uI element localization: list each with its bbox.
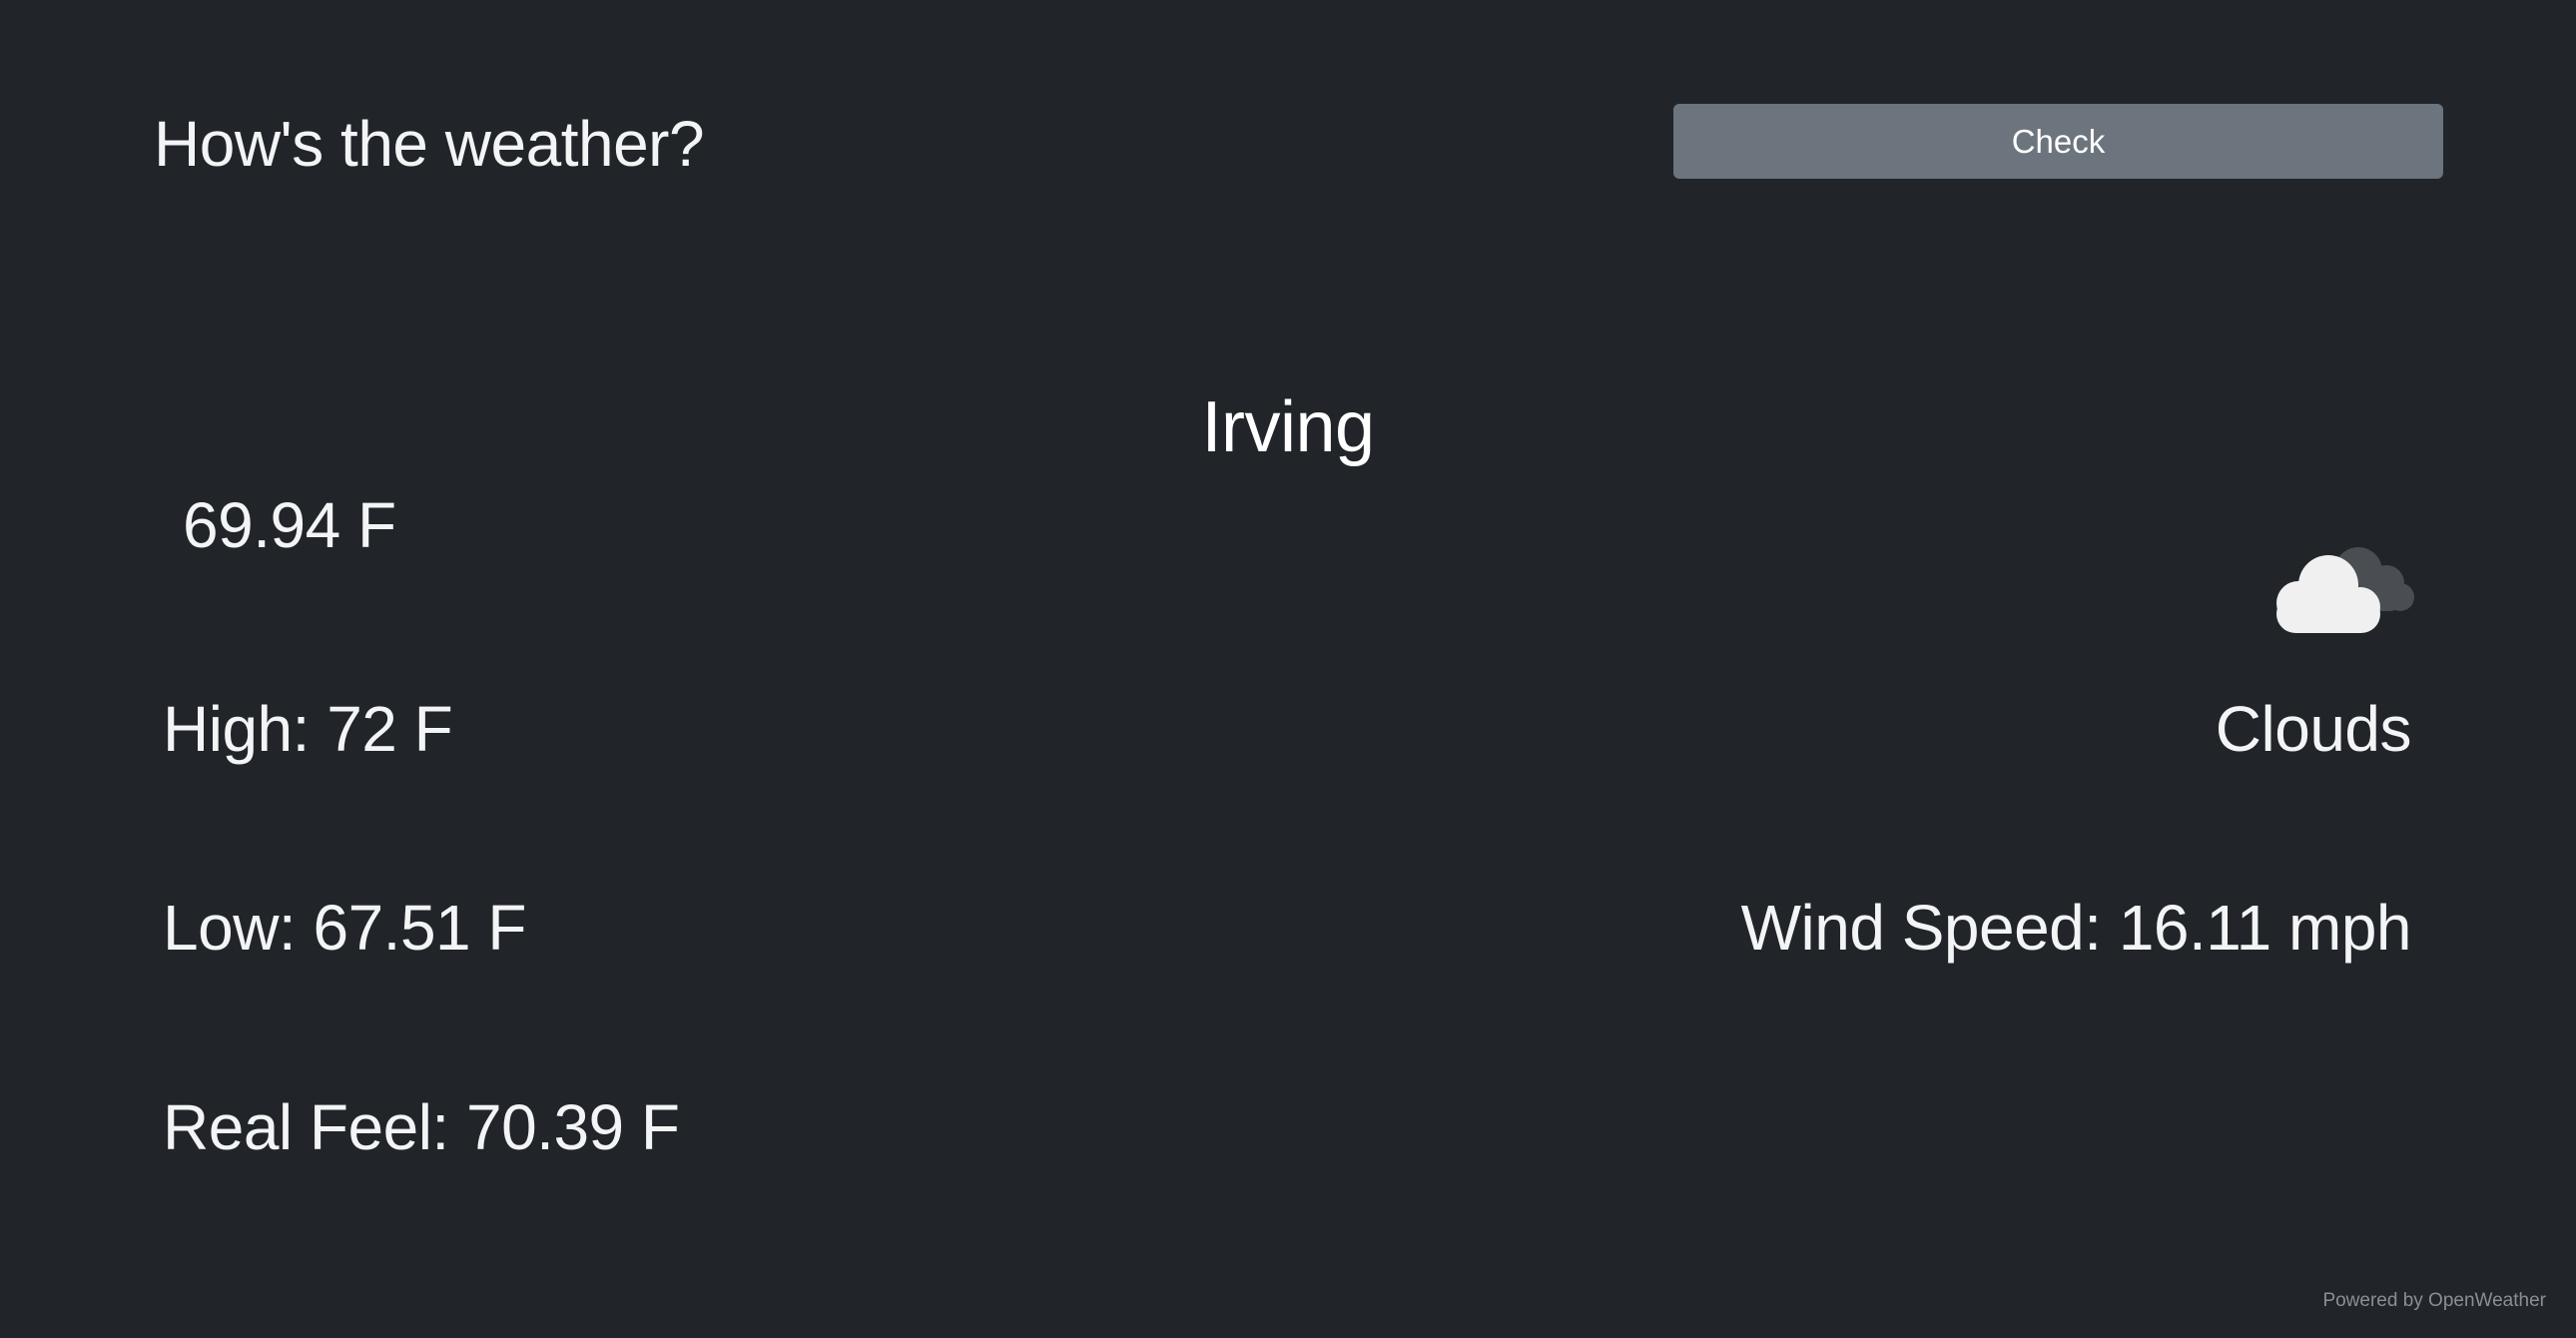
current-temperature: 69.94 F bbox=[183, 489, 396, 561]
wind-speed: Wind Speed: 16.11 mph bbox=[1740, 892, 2412, 964]
city-name: Irving bbox=[1201, 387, 1375, 467]
real-feel-temperature: Real Feel: 70.39 F bbox=[163, 1091, 680, 1163]
low-temperature: Low: 67.51 F bbox=[163, 892, 527, 964]
broken-clouds-icon bbox=[2276, 547, 2414, 633]
weather-condition: Clouds bbox=[2215, 693, 2412, 765]
attribution-text: Powered by OpenWeather bbox=[2322, 1290, 2546, 1311]
weather-app: How's the weather? Check Irving 69.94 F … bbox=[0, 0, 2576, 1338]
high-temperature: High: 72 F bbox=[163, 693, 453, 765]
check-button[interactable]: Check bbox=[1673, 104, 2443, 179]
app-title: How's the weather? bbox=[154, 108, 705, 180]
